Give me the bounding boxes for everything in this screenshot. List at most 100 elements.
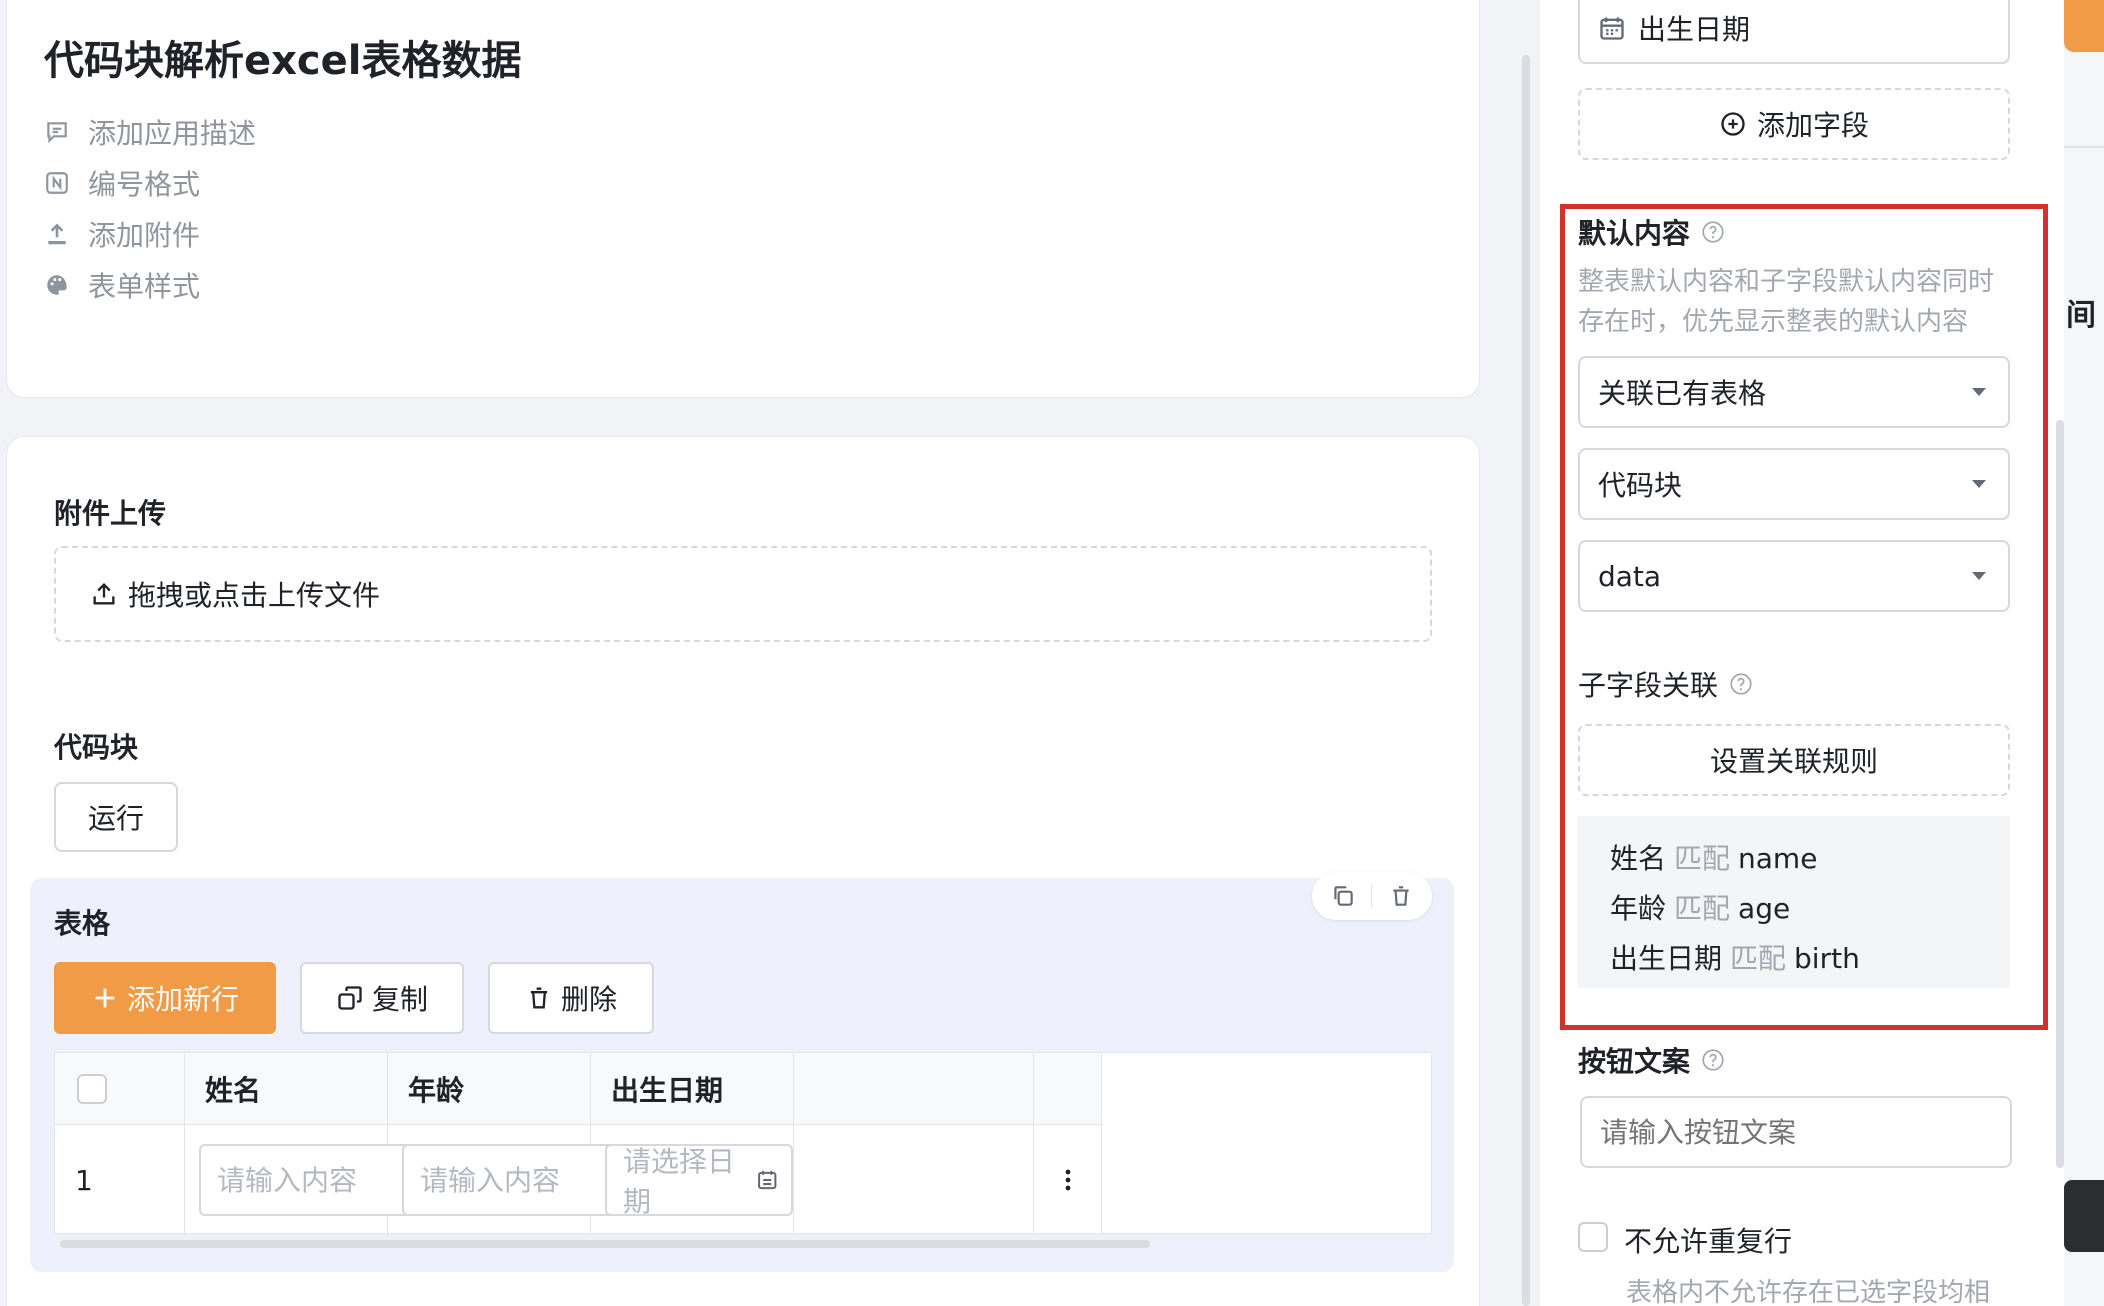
duplicate-icon[interactable] xyxy=(1330,883,1356,909)
more-vertical-icon[interactable] xyxy=(1064,1167,1072,1193)
caret-down-icon xyxy=(1972,480,1986,488)
date-picker[interactable]: 请选择日期 xyxy=(605,1144,793,1218)
mapping-key: name xyxy=(1738,842,1818,875)
trash-icon xyxy=(530,987,548,1009)
default-variable-select[interactable]: data xyxy=(1578,540,2010,612)
upload-icon xyxy=(93,583,115,605)
table-field-label: 表格 xyxy=(54,907,111,940)
palette-icon xyxy=(47,275,67,295)
default-content-hint: 整表默认内容和子字段默认内容同时存在时，优先显示整表的默认内容 xyxy=(1578,267,1995,337)
match-word: 匹配 xyxy=(1674,842,1731,875)
sub-field-heading: 子字段关联 xyxy=(1578,664,1754,704)
select-all-cell xyxy=(55,1053,185,1125)
number-format-item[interactable]: 编号格式 xyxy=(44,163,200,203)
field-item-birth-label: 出生日期 xyxy=(1638,13,1751,46)
match-word: 匹配 xyxy=(1730,942,1787,975)
form-style-label: 表单样式 xyxy=(88,270,201,303)
plus-icon xyxy=(95,988,115,1008)
help-icon[interactable] xyxy=(1700,1047,1726,1073)
attachment-field-label: 附件上传 xyxy=(54,497,167,530)
edge-divider xyxy=(2064,146,2104,148)
copy-icon xyxy=(338,986,362,1010)
default-type-select[interactable]: 代码块 xyxy=(1578,448,2010,520)
run-button[interactable]: 运行 xyxy=(54,782,178,852)
edge-dark-button[interactable] xyxy=(2064,1180,2104,1252)
panel-scrollbar[interactable] xyxy=(2056,420,2064,1168)
edge-text: 间 xyxy=(2066,298,2096,333)
row-index: 1 xyxy=(55,1125,185,1235)
column-header-empty xyxy=(794,1053,1034,1125)
mapping-field: 姓名 xyxy=(1610,842,1667,875)
help-icon[interactable] xyxy=(1728,671,1754,697)
button-text-input[interactable] xyxy=(1580,1096,2012,1168)
default-content-heading: 默认内容 xyxy=(1578,212,1726,252)
table-tools xyxy=(1312,872,1432,920)
set-rule-label: 设置关联规则 xyxy=(1709,745,1878,778)
add-row-label: 添加新行 xyxy=(126,983,239,1016)
add-row-button[interactable]: 添加新行 xyxy=(54,962,276,1034)
row-menu-cell xyxy=(1034,1125,1102,1235)
tool-divider xyxy=(1371,884,1373,908)
trash-icon[interactable] xyxy=(1388,883,1414,909)
default-variable-value: data xyxy=(1598,559,1662,593)
data-table: 姓名 年龄 出生日期 1 请选择日期 xyxy=(54,1052,1432,1235)
delete-button[interactable]: 删除 xyxy=(488,962,654,1034)
plus-circle-icon xyxy=(1721,112,1745,136)
copy-button[interactable]: 复制 xyxy=(300,962,464,1034)
app-title: 代码块解析excel表格数据 xyxy=(44,38,522,84)
table-cell-empty xyxy=(794,1125,1034,1235)
help-icon[interactable] xyxy=(1700,219,1726,245)
caret-down-icon xyxy=(1972,572,1986,580)
mapping-list: 姓名 匹配 name 年龄 匹配 age 出生日期 匹配 birth xyxy=(1578,816,2010,988)
mapping-field: 出生日期 xyxy=(1610,942,1723,975)
column-header-birth[interactable]: 出生日期 xyxy=(591,1053,794,1125)
mapping-key: birth xyxy=(1794,942,1860,975)
side-window-edge xyxy=(2064,0,2104,1306)
column-header-age[interactable]: 年龄 xyxy=(388,1053,591,1125)
field-item-birth[interactable]: 出生日期 xyxy=(1578,0,2010,64)
caret-down-icon xyxy=(1972,388,1986,396)
calendar-icon xyxy=(1600,17,1624,40)
date-placeholder: 请选择日期 xyxy=(623,1145,736,1218)
default-type-value: 代码块 xyxy=(1598,469,1683,502)
sub-field-label: 子字段关联 xyxy=(1578,669,1719,702)
code-block-field-label: 代码块 xyxy=(54,731,139,764)
mapping-key: age xyxy=(1738,892,1791,925)
default-content-label: 默认内容 xyxy=(1578,217,1691,250)
no-duplicate-label: 不允许重复行 xyxy=(1624,1225,1793,1258)
table-cell-birth: 请选择日期 xyxy=(591,1125,794,1235)
delete-label: 删除 xyxy=(560,983,617,1016)
no-duplicate-hint: 表格内不允许存在已选字段均相 xyxy=(1626,1278,1991,1306)
comment-icon xyxy=(47,122,67,144)
button-text-heading: 按钮文案 xyxy=(1578,1040,1726,1080)
add-attachment-item[interactable]: 添加附件 xyxy=(44,214,200,254)
table-horizontal-scrollbar[interactable] xyxy=(60,1240,1150,1248)
number-format-label: 编号格式 xyxy=(88,168,201,201)
number-format-icon xyxy=(46,172,68,194)
table-row xyxy=(185,1125,437,1235)
form-style-item[interactable]: 表单样式 xyxy=(44,265,200,305)
default-source-select[interactable]: 关联已有表格 xyxy=(1578,356,2010,428)
copy-label: 复制 xyxy=(371,983,428,1016)
add-description-item[interactable]: 添加应用描述 xyxy=(44,112,256,152)
canvas-scrollbar[interactable] xyxy=(1522,55,1530,1306)
select-all-checkbox[interactable] xyxy=(77,1073,107,1104)
upload-dropzone[interactable]: 拖拽或点击上传文件 xyxy=(54,546,1432,642)
upload-text: 拖拽或点击上传文件 xyxy=(128,579,381,612)
list-item: 年龄 匹配 age xyxy=(1610,884,2010,934)
list-item: 出生日期 匹配 birth xyxy=(1610,934,2010,984)
set-rule-button[interactable]: 设置关联规则 xyxy=(1578,724,2010,796)
default-source-value: 关联已有表格 xyxy=(1598,377,1767,410)
column-header-name[interactable]: 姓名 xyxy=(185,1053,388,1125)
calendar-icon xyxy=(757,1170,776,1190)
upload-icon xyxy=(48,223,66,245)
column-header-actions xyxy=(1034,1053,1102,1125)
no-duplicate-checkbox[interactable] xyxy=(1578,1222,1608,1252)
add-field-label: 添加字段 xyxy=(1756,109,1869,142)
match-word: 匹配 xyxy=(1674,892,1731,925)
add-field-button[interactable]: 添加字段 xyxy=(1578,88,2010,160)
edge-accent-button[interactable] xyxy=(2064,0,2104,52)
list-item: 姓名 匹配 name xyxy=(1610,834,2010,884)
mapping-field: 年龄 xyxy=(1610,892,1667,925)
add-attachment-label: 添加附件 xyxy=(88,219,201,252)
